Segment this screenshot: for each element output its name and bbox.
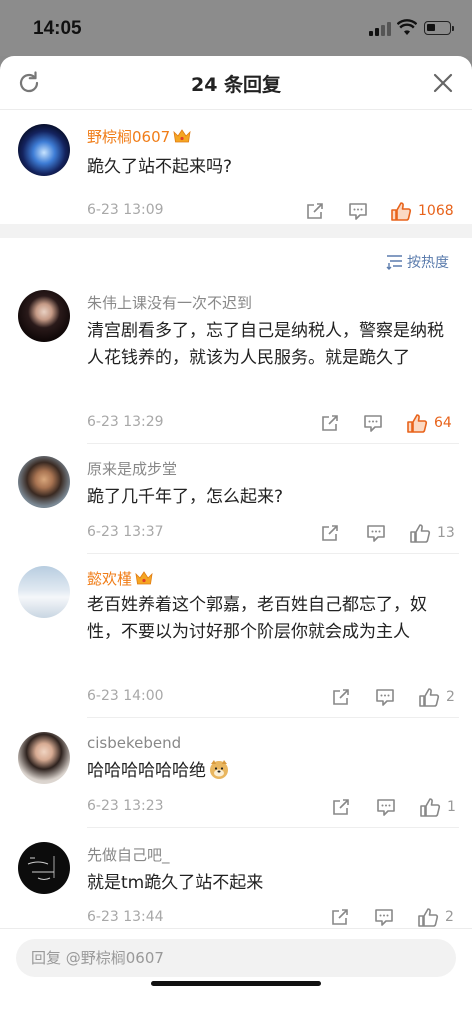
like-count: 1068 [418,203,454,219]
reply-username[interactable]: 先做自己吧_ [87,844,170,865]
divider [87,717,459,718]
divider [87,443,459,444]
reply-time: 6-23 13:29 [87,414,164,430]
replies-sheet: 24 条回复 野棕榈0607 跪久了站不起来吗? 6-23 13:09 1068… [0,56,472,1024]
reply-username[interactable]: 懿欢槿 [87,568,153,589]
reply-username[interactable]: cisbekebend [87,734,181,752]
share-icon[interactable] [304,200,326,222]
thumbs-up-icon [419,688,440,707]
thumbs-up-icon [407,414,428,433]
share-icon[interactable] [330,686,352,708]
wifi-icon [397,19,417,35]
doge-emoji-icon [210,760,228,779]
avatar[interactable] [18,842,70,894]
reply-item: 原来是成步堂 跪了几千年了，怎么起来? 6-23 13:37 13 [0,456,472,554]
like-button[interactable]: 2 [418,686,455,708]
like-button[interactable]: 2 [417,906,454,928]
comment-time: 6-23 13:09 [87,202,164,218]
comment-text: 跪久了站不起来吗? [87,157,233,177]
avatar[interactable] [18,290,70,342]
comment-username[interactable]: 野棕榈0607 [87,126,191,147]
divider [87,827,459,828]
vip-crown-icon [135,571,153,585]
comment-icon[interactable] [375,796,397,818]
like-button[interactable]: 13 [409,522,455,544]
avatar[interactable] [18,732,70,784]
reply-item: 先做自己吧_ 就是tm跪久了站不起来 6-23 13:44 2 [0,840,472,928]
avatar[interactable] [18,566,70,618]
close-icon[interactable] [432,72,454,94]
battery-icon [424,21,454,35]
comment-icon[interactable] [365,522,387,544]
avatar[interactable] [18,456,70,508]
avatar-scribble-icon [27,856,55,880]
section-gap [0,224,472,238]
like-button[interactable]: 1068 [390,200,454,222]
thumbs-up-icon [410,524,431,543]
comment-icon[interactable] [347,200,369,222]
reply-text-content: 哈哈哈哈哈哈绝 [87,761,206,781]
sheet-header: 24 条回复 [0,56,472,110]
main-comment: 野棕榈0607 跪久了站不起来吗? 6-23 13:09 1068 [0,110,472,222]
sort-by-hot-button[interactable]: 按热度 [386,252,449,272]
share-icon[interactable] [330,796,352,818]
thumbs-up-icon [418,908,439,927]
reply-text: 跪了几千年了，怎么起来? [87,487,284,507]
reply-username[interactable]: 朱伟上课没有一次不迟到 [87,292,252,313]
sheet-title: 24 条回复 [190,74,282,96]
reply-time: 6-23 14:00 [87,688,164,704]
avatar[interactable] [18,124,70,176]
reply-input[interactable]: 回复 @野棕榈0607 [16,939,456,977]
reply-item: cisbekebend 哈哈哈哈哈哈绝 6-23 13:23 1 [0,730,472,828]
reply-username[interactable]: 原来是成步堂 [87,458,177,479]
reply-text: 就是tm跪久了站不起来 [87,873,264,893]
status-time: 14:05 [33,18,82,39]
reply-text: 老百姓养着这个郭嘉，老百姓自己都忘了，奴性，不要以为讨好那个阶层你就会成为主人 [87,595,427,642]
share-icon[interactable] [319,522,341,544]
sort-label: 按热度 [407,255,449,271]
like-count: 1 [447,799,456,815]
status-bar: 14:05 [0,0,472,56]
share-icon[interactable] [319,412,341,434]
vip-crown-icon [173,129,191,143]
comment-icon[interactable] [373,906,395,928]
like-button[interactable]: 1 [419,796,456,818]
comment-icon[interactable] [362,412,384,434]
username-text[interactable]: 野棕榈0607 [87,128,170,146]
like-count: 2 [445,909,454,925]
divider [87,553,459,554]
home-indicator[interactable] [151,981,321,986]
reply-item: 懿欢槿 老百姓养着这个郭嘉，老百姓自己都忘了，奴性，不要以为讨好那个阶层你就会成… [0,566,472,716]
reply-text: 清宫剧看多了，忘了自己是纳税人，警察是纳税人花钱养的，就该为人民服务。就是跪久了 [87,321,444,368]
reply-time: 6-23 13:37 [87,524,164,540]
like-count: 2 [446,689,455,705]
username-text[interactable]: 懿欢槿 [87,570,132,588]
cellular-signal-icon [369,22,391,36]
thumbs-up-icon [420,798,441,817]
reply-time: 6-23 13:44 [87,909,164,925]
like-count: 64 [434,415,452,431]
comment-icon[interactable] [374,686,396,708]
thumbs-up-icon [391,202,412,221]
share-icon[interactable] [329,906,351,928]
reply-time: 6-23 13:23 [87,798,164,814]
reply-text: 哈哈哈哈哈哈绝 [87,758,459,785]
like-count: 13 [437,525,455,541]
reply-item: 朱伟上课没有一次不迟到 清宫剧看多了，忘了自己是纳税人，警察是纳税人花钱养的，就… [0,288,472,443]
reply-bar: 回复 @野棕榈0607 [0,928,472,1024]
like-button[interactable]: 64 [406,412,452,434]
sort-icon [386,255,402,270]
